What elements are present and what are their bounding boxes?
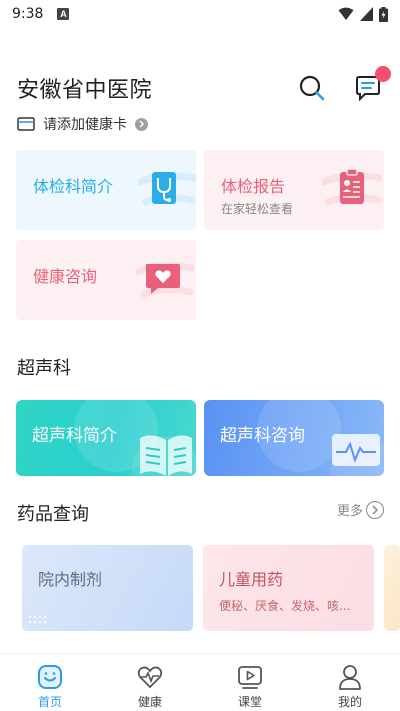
clipboard-report-icon (322, 168, 382, 206)
search-icon (299, 75, 325, 101)
unread-badge (375, 66, 391, 82)
nav-class[interactable]: 课堂 (200, 654, 300, 711)
wifi-icon (338, 7, 354, 20)
status-bar: 9:38 A (0, 0, 400, 28)
more-button[interactable]: 更多 (337, 500, 384, 519)
more-label: 更多 (336, 504, 363, 519)
tile-title: 体检报告 (221, 177, 286, 196)
nav-label: 健康 (137, 695, 162, 709)
search-button[interactable] (297, 73, 327, 103)
tile-health-consult[interactable]: 健康咨询 (16, 240, 196, 320)
notification-a-icon: A (57, 8, 70, 20)
ultrasound-consult-title: 超声科咨询 (220, 426, 305, 446)
card-icon (17, 117, 35, 131)
add-health-card-label: 请添加健康卡 (43, 117, 127, 133)
drug-card-subtitle: 便秘、厌食、发烧、咳... (219, 599, 351, 613)
drug-card-children-medicine[interactable]: 儿童用药 便秘、厌食、发烧、咳... (203, 545, 374, 631)
drug-section-title: 药品查询 (17, 504, 89, 525)
drug-card-peek[interactable] (384, 545, 400, 631)
ultrasound-consult-card[interactable]: 超声科咨询 (204, 400, 384, 476)
hospital-name: 安徽省中医院 (17, 78, 153, 103)
drug-card-title: 院内制剂 (38, 570, 103, 589)
ultrasound-section-title: 超声科 (17, 358, 71, 379)
tile-title: 健康咨询 (33, 267, 98, 286)
nav-mine[interactable]: 我的 (300, 654, 400, 711)
open-book-icon (140, 435, 192, 476)
dots-decor (28, 615, 47, 624)
heart-pulse-icon (137, 666, 163, 689)
heart-chat-icon (136, 262, 194, 298)
nav-label: 课堂 (237, 695, 262, 709)
pulse-monitor-icon (332, 434, 380, 466)
tile-physical-exam-intro[interactable]: 体检科简介 (16, 150, 196, 230)
drug-card-title: 儿童用药 (219, 570, 284, 589)
header-actions (297, 66, 391, 103)
tile-subtitle: 在家轻松查看 (221, 202, 294, 216)
ultrasound-intro-title: 超声科简介 (32, 426, 117, 446)
video-class-icon (238, 666, 262, 689)
nav-label: 首页 (37, 695, 62, 709)
chevron-right-icon (366, 500, 384, 519)
home-smile-icon (38, 665, 62, 689)
bottom-nav: 首页 健康 课堂 我的 (0, 653, 400, 711)
nav-health[interactable]: 健康 (100, 654, 200, 711)
user-profile-icon (339, 665, 361, 690)
battery-icon (379, 6, 388, 22)
tile-title: 体检科简介 (33, 177, 114, 196)
status-indicators (338, 6, 388, 22)
messages-button[interactable] (353, 66, 391, 103)
drug-card-hospital-preparations[interactable]: 院内制剂 (22, 545, 193, 631)
stethoscope-icon (138, 172, 196, 206)
nav-label: 我的 (337, 695, 362, 709)
header: 安徽省中医院 (17, 66, 391, 106)
add-health-card-row[interactable]: 请添加健康卡 (17, 114, 148, 134)
chevron-right-icon (135, 117, 148, 131)
ultrasound-intro-card[interactable]: 超声科简介 (16, 400, 196, 476)
signal-icon (360, 7, 373, 21)
nav-home[interactable]: 首页 (0, 654, 100, 711)
tile-exam-report[interactable]: 体检报告 在家轻松查看 (204, 150, 384, 230)
status-time: 9:38 (12, 6, 44, 22)
